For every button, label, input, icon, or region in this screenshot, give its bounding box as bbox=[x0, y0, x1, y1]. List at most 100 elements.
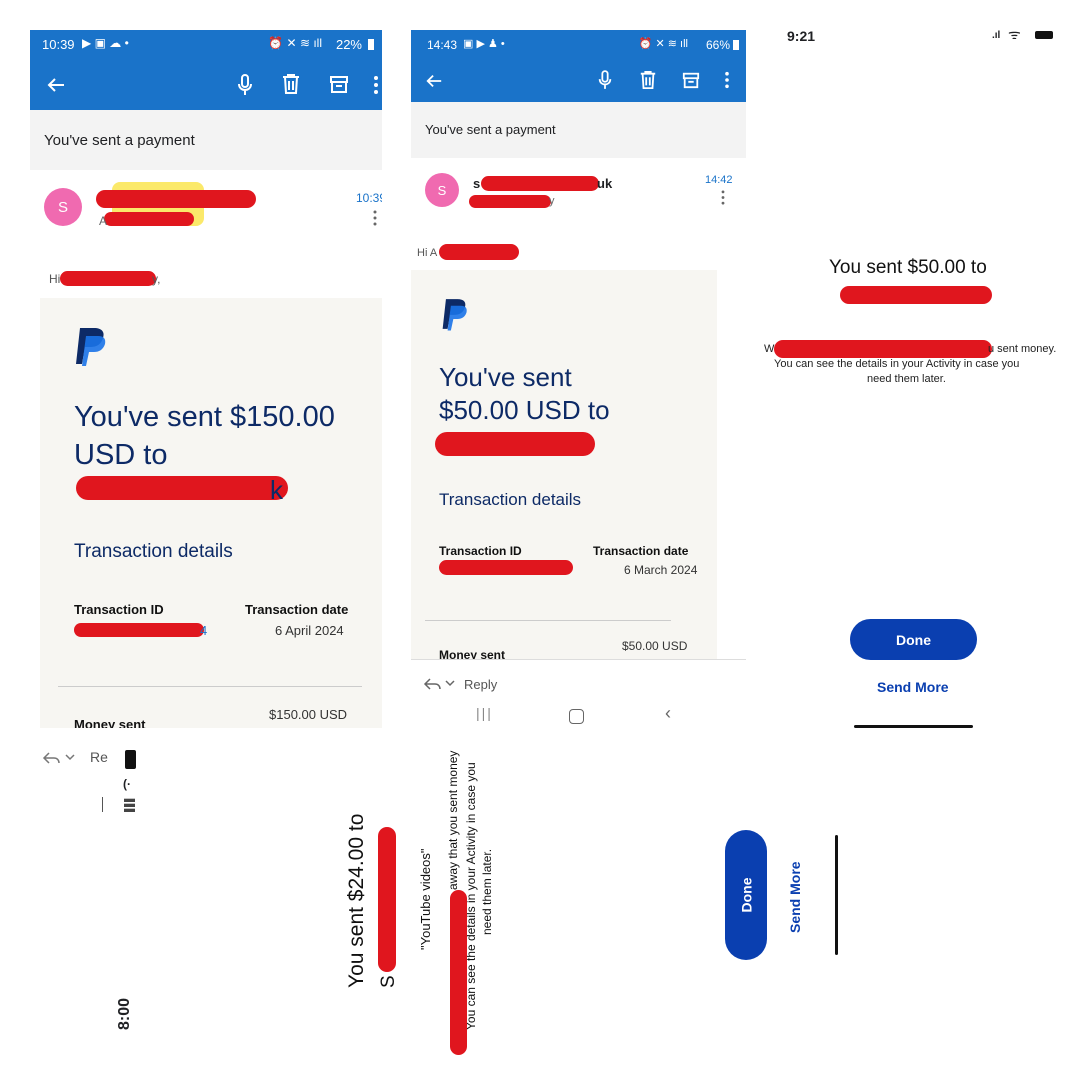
back-arrow-icon[interactable] bbox=[425, 72, 443, 90]
money-value: $50.00 USD bbox=[622, 639, 688, 653]
delete-icon[interactable] bbox=[639, 70, 657, 90]
reply-label[interactable]: Re bbox=[90, 749, 108, 765]
email-more-icon[interactable] bbox=[373, 210, 377, 226]
microphone-icon[interactable] bbox=[236, 73, 254, 97]
money-label: Money sent bbox=[74, 717, 146, 728]
status-time: 10:39 bbox=[42, 37, 75, 52]
reply-bar: Reply bbox=[411, 659, 746, 702]
recent-apps-icon[interactable]: ||| bbox=[476, 705, 493, 721]
status-app-icons: ▶ ▣ ☁ • bbox=[82, 36, 129, 50]
sender-start: s bbox=[473, 176, 481, 191]
divider bbox=[58, 686, 362, 687]
done-button[interactable]: Done bbox=[725, 830, 767, 960]
reply-icon[interactable] bbox=[423, 678, 441, 690]
headline-line2: $50.00 USD to bbox=[439, 395, 610, 425]
email-more-icon[interactable] bbox=[721, 190, 725, 205]
archive-icon[interactable] bbox=[682, 71, 700, 89]
email-time: 10:39 bbox=[356, 191, 382, 205]
sender-end: uk bbox=[597, 176, 613, 191]
section-title: Transaction details bbox=[439, 490, 582, 509]
tid-label: Transaction ID bbox=[439, 544, 522, 558]
nav-bar: ||| ‹ bbox=[411, 701, 746, 730]
redaction bbox=[439, 560, 573, 575]
done-label: Done bbox=[738, 877, 754, 913]
email-time: 14:42 bbox=[705, 174, 733, 186]
status-bar: 14:43 ▣ ▶ ♟ • ⏰ ✕ ≋ ıll 66% bbox=[411, 30, 746, 60]
headline-line1: You've sent bbox=[439, 362, 572, 392]
redaction bbox=[74, 623, 204, 637]
send-more-link[interactable]: Send More bbox=[877, 679, 949, 695]
email-subject: You've sent a payment bbox=[411, 102, 746, 158]
section-title: Transaction details bbox=[74, 541, 233, 562]
date-label: Transaction date bbox=[593, 544, 689, 558]
headline-text: You've sent $150.00 USD to bbox=[74, 401, 335, 471]
status-time: 14:43 bbox=[427, 38, 458, 52]
back-arrow-icon[interactable] bbox=[46, 75, 66, 95]
send-more-link[interactable]: Send More bbox=[787, 861, 803, 933]
greeting-end: y, bbox=[152, 272, 161, 286]
date-label: Transaction date bbox=[245, 602, 349, 617]
name-tail: k bbox=[270, 475, 283, 505]
sender-sub-end: y bbox=[549, 195, 555, 207]
redaction bbox=[439, 244, 519, 260]
panel-confirmation-24-rotated: 8:00 You sent $24.00 to S "YouTube video… bbox=[110, 740, 850, 1070]
date-value: 6 April 2024 bbox=[275, 623, 344, 638]
headline: You sent $24.00 to bbox=[345, 813, 368, 988]
battery-status: 66% bbox=[705, 38, 730, 52]
status-time: 8:00 bbox=[116, 997, 133, 1030]
redaction bbox=[104, 212, 194, 226]
home-indicator bbox=[835, 835, 838, 955]
reply-icon[interactable] bbox=[42, 752, 60, 764]
redaction bbox=[76, 476, 288, 500]
panel-email-50: 14:43 ▣ ▶ ♟ • ⏰ ✕ ≋ ıll 66% You've sent … bbox=[411, 30, 746, 730]
redaction bbox=[450, 890, 467, 1055]
chevron-down-icon[interactable] bbox=[65, 754, 75, 761]
microphone-icon[interactable] bbox=[597, 69, 613, 91]
subject-text: You've sent a payment bbox=[44, 132, 195, 149]
headline: You sent $50.00 to bbox=[829, 257, 987, 278]
paypal-logo-icon bbox=[442, 299, 467, 331]
delete-icon[interactable] bbox=[281, 73, 301, 95]
headline: You've sent $150.00 USD to bbox=[74, 398, 364, 474]
done-label: Done bbox=[896, 631, 931, 648]
body-line3: need them later. bbox=[867, 373, 946, 385]
tid-tail[interactable]: 4 bbox=[200, 623, 207, 638]
redaction bbox=[469, 195, 551, 208]
avatar-letter: S bbox=[437, 182, 447, 198]
signal-icons: ⏰ ✕ ≋ ıll bbox=[268, 36, 322, 50]
battery-icon bbox=[1035, 31, 1053, 39]
body-start: W bbox=[764, 343, 775, 355]
redaction bbox=[481, 176, 599, 191]
body-line2: You can see the details in your Activity… bbox=[774, 358, 1020, 370]
redaction bbox=[378, 827, 396, 972]
money-value: $150.00 USD bbox=[269, 707, 348, 722]
greeting-start: Hi bbox=[49, 272, 61, 286]
archive-icon[interactable] bbox=[329, 74, 349, 94]
app-bar bbox=[411, 60, 746, 102]
cursor-mark bbox=[102, 797, 103, 812]
reply-label[interactable]: Reply bbox=[464, 677, 497, 692]
divider bbox=[425, 620, 671, 621]
signal-icons: ⏰ ✕ ≋ ıll bbox=[638, 38, 688, 50]
greeting-start: Hi A bbox=[417, 247, 438, 259]
more-options-icon[interactable] bbox=[725, 71, 729, 89]
avatar-letter: S bbox=[57, 198, 68, 216]
body-line1: away that you sent money bbox=[446, 750, 460, 890]
back-nav-icon[interactable]: ‹ bbox=[665, 703, 671, 724]
body-end: u sent money. bbox=[988, 343, 1057, 355]
sender-avatar: S bbox=[425, 173, 459, 207]
battery-icon bbox=[733, 40, 739, 50]
quote-text: "YouTube videos" bbox=[418, 848, 433, 950]
home-icon[interactable] bbox=[569, 709, 584, 724]
paypal-card: You've sent $150.00 USD to k Transaction… bbox=[40, 298, 382, 728]
chevron-down-icon[interactable] bbox=[445, 680, 455, 687]
sender-avatar: S bbox=[44, 188, 82, 226]
done-button[interactable]: Done bbox=[850, 619, 977, 660]
redaction bbox=[96, 190, 256, 208]
status-bar: 10:39 ▶ ▣ ☁ • 22% ⏰ ✕ ≋ ıll bbox=[30, 30, 382, 60]
email-subject: You've sent a payment bbox=[30, 110, 382, 170]
home-indicator bbox=[854, 725, 973, 728]
more-options-icon[interactable] bbox=[374, 75, 378, 95]
wifi-icon: ᯤ bbox=[1008, 26, 1021, 42]
status-time: 9:21 bbox=[787, 28, 816, 44]
